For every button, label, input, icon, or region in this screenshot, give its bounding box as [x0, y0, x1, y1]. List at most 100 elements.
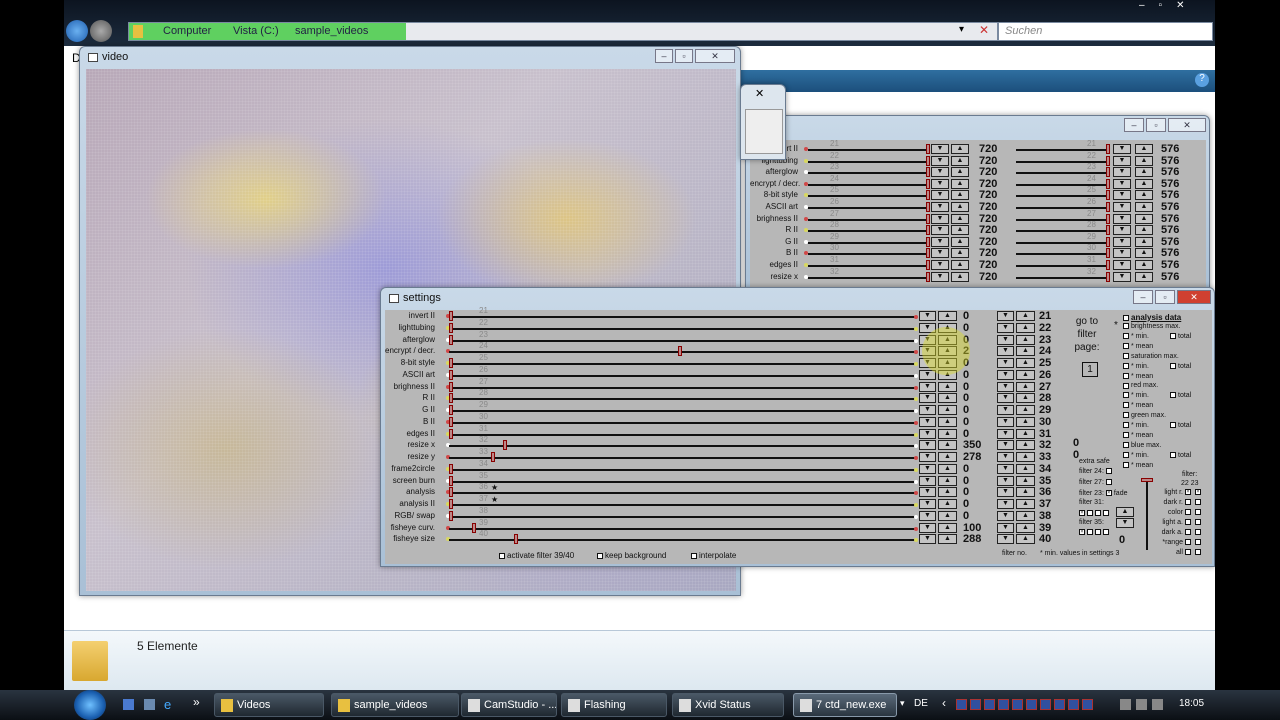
- decrease-button[interactable]: ▼: [919, 499, 936, 509]
- close-button[interactable]: ✕: [695, 49, 735, 63]
- decrease-button[interactable]: ▼: [1113, 213, 1131, 224]
- minimize-button[interactable]: –: [655, 49, 673, 63]
- increase-button[interactable]: ▲: [1135, 225, 1153, 236]
- prev-filter-button[interactable]: ▼: [997, 322, 1014, 333]
- increase-button[interactable]: ▲: [938, 428, 957, 439]
- decrease-button[interactable]: ▼: [919, 322, 936, 333]
- prev-filter-button[interactable]: ▼: [997, 510, 1014, 521]
- prev-filter-button[interactable]: ▼: [997, 487, 1014, 498]
- close-button[interactable]: ✕: [1177, 290, 1211, 304]
- prev-filter-button[interactable]: ▼: [997, 475, 1014, 486]
- increase-button[interactable]: ▲: [1135, 271, 1153, 282]
- filter-slider[interactable]: [449, 386, 916, 389]
- extra-filter-option[interactable]: filter 24:: [1079, 468, 1114, 475]
- decrease-button[interactable]: ▼: [919, 510, 936, 521]
- up-button[interactable]: ▲: [1116, 507, 1134, 517]
- slider-thumb[interactable]: [1106, 236, 1110, 247]
- prev-filter-button[interactable]: ▼: [997, 358, 1014, 368]
- dropdown-icon[interactable]: ▾: [959, 24, 964, 35]
- language-indicator[interactable]: DE: [914, 698, 928, 709]
- taskbar-item[interactable]: CamStudio - ...: [461, 693, 557, 717]
- width-slider[interactable]: [808, 218, 926, 221]
- analysis-option[interactable]: saturation max.: [1123, 353, 1179, 360]
- prev-filter-button[interactable]: ▼: [997, 369, 1014, 380]
- filter-slider[interactable]: [449, 480, 916, 483]
- next-filter-button[interactable]: ▲: [1016, 334, 1035, 345]
- next-filter-button[interactable]: ▲: [1016, 475, 1035, 486]
- decrease-button[interactable]: ▼: [1113, 167, 1131, 178]
- tray-app-icon[interactable]: [998, 699, 1009, 710]
- slider-thumb[interactable]: [1106, 178, 1110, 189]
- filter-slider[interactable]: [449, 351, 916, 354]
- decrease-button[interactable]: ▼: [919, 475, 936, 486]
- analysis-option[interactable]: * mean: [1123, 432, 1153, 439]
- prev-filter-button[interactable]: ▼: [997, 416, 1014, 427]
- decrease-button[interactable]: ▼: [931, 178, 949, 189]
- increase-button[interactable]: ▲: [938, 440, 957, 451]
- increase-button[interactable]: ▲: [938, 369, 957, 380]
- filter-checkboxes[interactable]: [1185, 529, 1203, 536]
- next-filter-button[interactable]: ▲: [1016, 416, 1035, 427]
- width-slider[interactable]: [808, 241, 926, 244]
- decrease-button[interactable]: ▼: [919, 358, 936, 368]
- search-input[interactable]: Suchen: [998, 22, 1213, 41]
- slider-thumb[interactable]: [926, 202, 930, 212]
- analysis-option[interactable]: * min.: [1123, 452, 1149, 459]
- analysis-data-checkbox[interactable]: analysis data: [1123, 313, 1181, 322]
- filter-checkboxes[interactable]: [1185, 509, 1203, 516]
- slider-thumb[interactable]: [449, 510, 453, 521]
- next-filter-button[interactable]: ▲: [1016, 346, 1035, 357]
- increase-button[interactable]: ▲: [951, 190, 969, 201]
- extra-filter-option[interactable]: filter 23: × fade: [1079, 490, 1127, 497]
- prev-filter-button[interactable]: ▼: [997, 346, 1014, 357]
- increase-button[interactable]: ▲: [951, 225, 969, 236]
- filter-slider[interactable]: [449, 539, 916, 542]
- next-filter-button[interactable]: ▲: [1016, 487, 1035, 498]
- next-filter-button[interactable]: ▲: [1016, 534, 1035, 545]
- option-checkbox[interactable]: activate filter 39/40: [499, 551, 574, 560]
- analysis-option[interactable]: * min.: [1123, 392, 1149, 399]
- total-checkbox[interactable]: total: [1170, 333, 1191, 340]
- filter-slider[interactable]: [449, 527, 916, 530]
- decrease-button[interactable]: ▼: [919, 393, 936, 404]
- increase-button[interactable]: ▲: [1135, 167, 1153, 178]
- close-button[interactable]: ✕: [1168, 118, 1206, 132]
- slider-thumb[interactable]: [449, 358, 453, 368]
- filter-slider[interactable]: [449, 421, 916, 424]
- slider-thumb[interactable]: [449, 416, 453, 427]
- decrease-button[interactable]: ▼: [1113, 236, 1131, 247]
- increase-button[interactable]: ▲: [951, 202, 969, 212]
- next-filter-button[interactable]: ▲: [1016, 499, 1035, 509]
- taskbar-item[interactable]: 7 ctd_new.exe: [793, 693, 897, 717]
- decrease-button[interactable]: ▼: [931, 248, 949, 259]
- slider-thumb[interactable]: [449, 463, 453, 474]
- increase-button[interactable]: ▲: [938, 311, 957, 321]
- width-slider[interactable]: [808, 195, 926, 198]
- increase-button[interactable]: ▲: [938, 346, 957, 357]
- increase-button[interactable]: ▲: [938, 334, 957, 345]
- tray-app-icon[interactable]: [1054, 699, 1065, 710]
- increase-button[interactable]: ▲: [938, 534, 957, 545]
- filter-checkboxes[interactable]: [1185, 549, 1203, 556]
- maximize-button[interactable]: ▫: [1155, 290, 1175, 304]
- filter-checkboxes[interactable]: [1185, 499, 1203, 506]
- increase-button[interactable]: ▲: [1135, 213, 1153, 224]
- width-slider[interactable]: [808, 149, 926, 151]
- increase-button[interactable]: ▲: [938, 416, 957, 427]
- taskbar-item[interactable]: Flashing: [561, 693, 667, 717]
- increase-button[interactable]: ▲: [951, 144, 969, 154]
- filter-slider[interactable]: [449, 445, 916, 448]
- clock[interactable]: 18:05: [1179, 698, 1204, 709]
- filter-slider[interactable]: [449, 374, 916, 377]
- slider-thumb[interactable]: [1106, 271, 1110, 282]
- decrease-button[interactable]: ▼: [931, 202, 949, 212]
- decrease-button[interactable]: ▼: [931, 271, 949, 282]
- decrease-button[interactable]: ▼: [919, 487, 936, 498]
- height-slider[interactable]: [1016, 276, 1106, 279]
- slider-thumb[interactable]: [449, 334, 453, 345]
- speaker-icon[interactable]: [1120, 699, 1131, 710]
- slider-thumb[interactable]: [926, 248, 930, 259]
- decrease-button[interactable]: ▼: [1113, 155, 1131, 166]
- slider-thumb[interactable]: [1106, 155, 1110, 166]
- taskbar-item[interactable]: Videos: [214, 693, 324, 717]
